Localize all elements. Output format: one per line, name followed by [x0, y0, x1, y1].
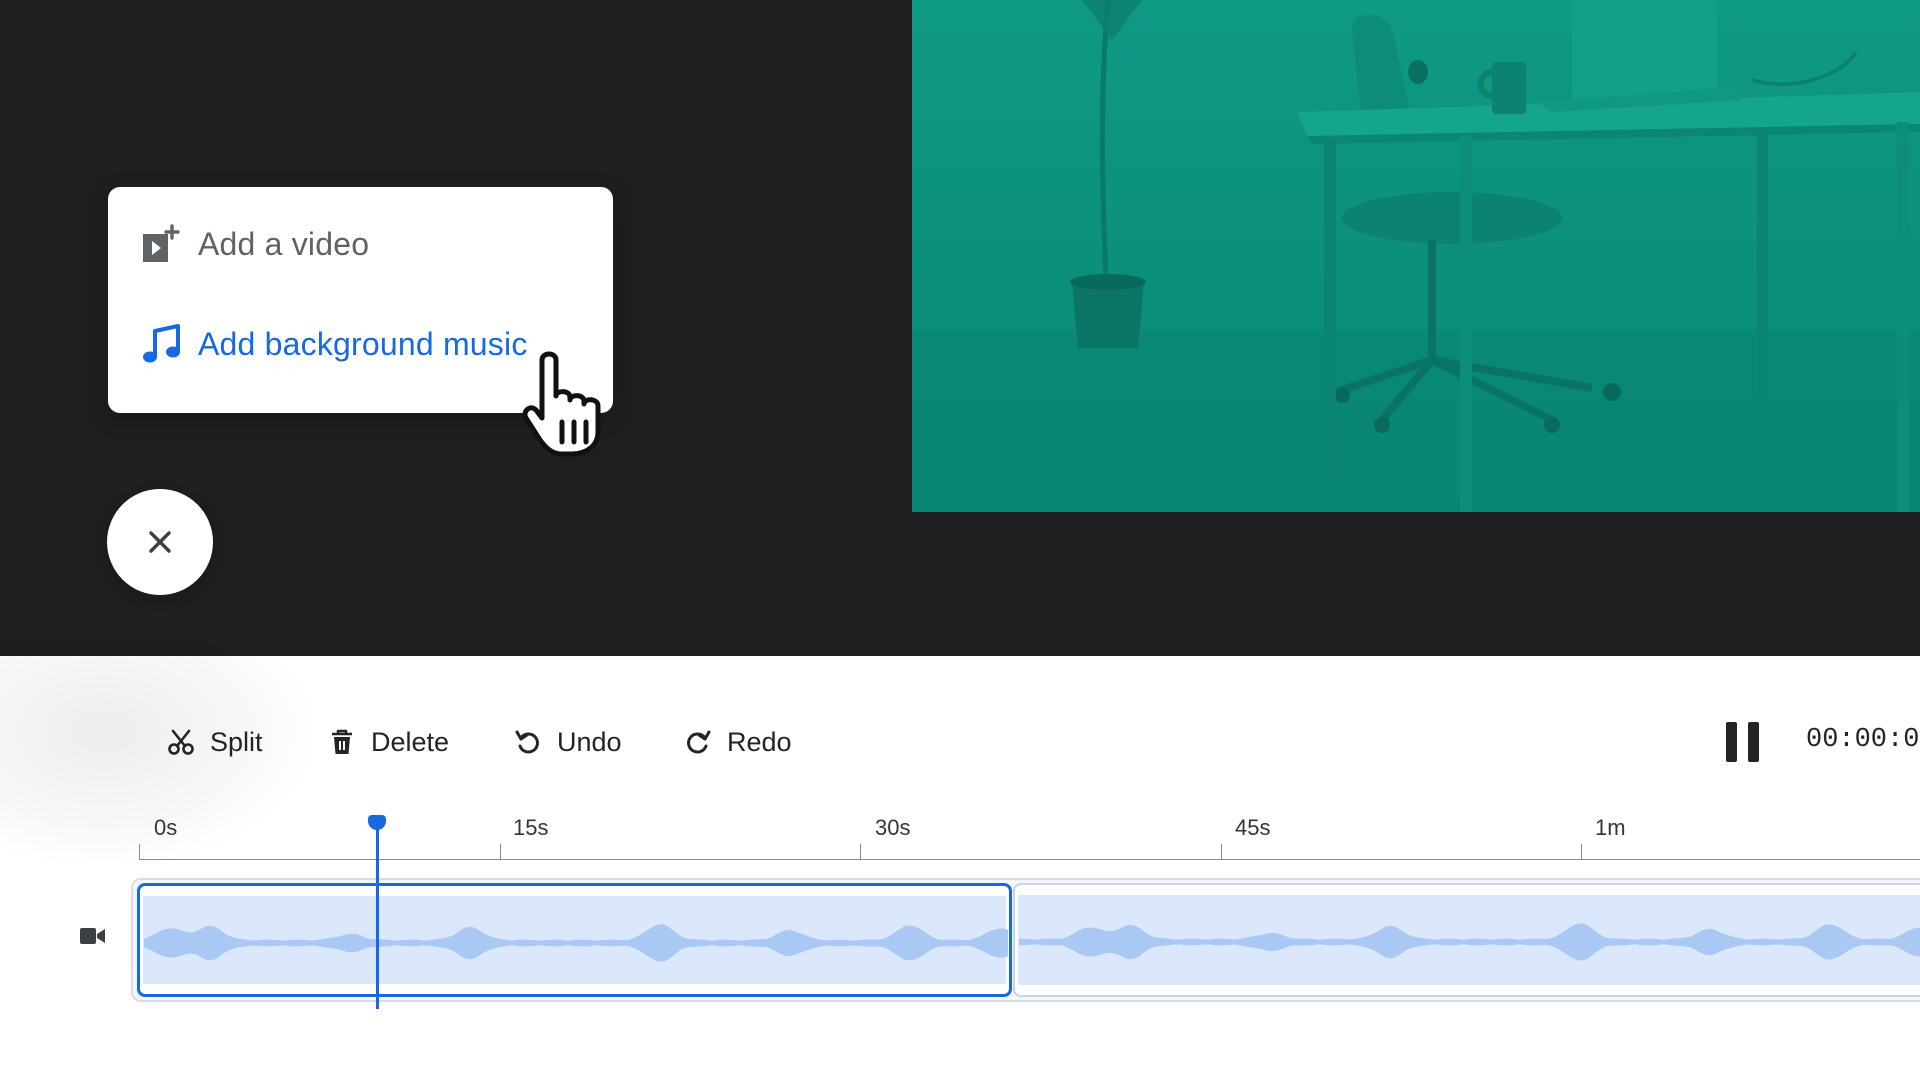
ruler-tick-label: 1m — [1595, 815, 1626, 840]
waveform-shape — [144, 924, 1008, 962]
add-video-label: Add a video — [198, 225, 370, 262]
ruler-tick-label: 0s — [154, 815, 178, 840]
audio-waveform — [1019, 923, 1920, 961]
ruler-tick-label: 30s — [875, 815, 911, 840]
delete-label: Delete — [371, 726, 450, 757]
close-icon — [149, 531, 171, 553]
add-background-music-menu-item[interactable]: Add background music — [140, 319, 528, 369]
pause-icon — [1726, 722, 1737, 762]
delete-button[interactable]: Delete — [327, 720, 449, 764]
ruler-tick — [500, 844, 501, 860]
pause-button[interactable] — [1726, 722, 1760, 762]
ruler-tick — [139, 844, 140, 860]
split-label: Split — [210, 726, 263, 757]
video-preview[interactable] — [912, 0, 1920, 512]
trash-icon — [327, 727, 357, 757]
editor-stage: Add a video Add background music — [0, 0, 1920, 656]
redo-button[interactable]: Redo — [683, 720, 792, 764]
playhead[interactable] — [368, 815, 386, 1009]
undo-icon — [513, 727, 543, 757]
close-menu-button[interactable] — [107, 489, 213, 595]
redo-label: Redo — [727, 726, 792, 757]
undo-button[interactable]: Undo — [513, 720, 622, 764]
scissors-icon — [166, 727, 196, 757]
split-button[interactable]: Split — [166, 720, 263, 764]
timecode-display: 00:00:0 — [1806, 725, 1920, 755]
ruler-tick-label: 45s — [1235, 815, 1271, 840]
timeline-ruler[interactable]: 0s 15s 30s 45s 1m — [139, 810, 1920, 860]
ruler-tick — [1581, 844, 1582, 860]
music-note-icon — [140, 322, 184, 366]
ruler-tick — [1221, 844, 1222, 860]
preview-scene — [912, 0, 1920, 512]
add-background-music-label: Add background music — [198, 325, 528, 362]
camera-icon — [80, 928, 105, 944]
ruler-tick — [860, 844, 861, 860]
redo-icon — [683, 727, 713, 757]
playhead-line — [376, 827, 379, 1009]
ruler-baseline — [139, 859, 1920, 860]
add-media-menu: Add a video Add background music — [108, 187, 613, 413]
video-plus-icon — [140, 222, 184, 266]
add-video-menu-item[interactable]: Add a video — [140, 219, 369, 269]
undo-label: Undo — [557, 726, 622, 757]
video-clip[interactable] — [1013, 883, 1920, 997]
waveform-shape — [1019, 923, 1920, 961]
pause-icon-bar — [1748, 722, 1759, 762]
ruler-tick-label: 15s — [513, 815, 549, 840]
video-clip-selected[interactable] — [137, 883, 1012, 997]
audio-waveform — [144, 924, 1008, 962]
